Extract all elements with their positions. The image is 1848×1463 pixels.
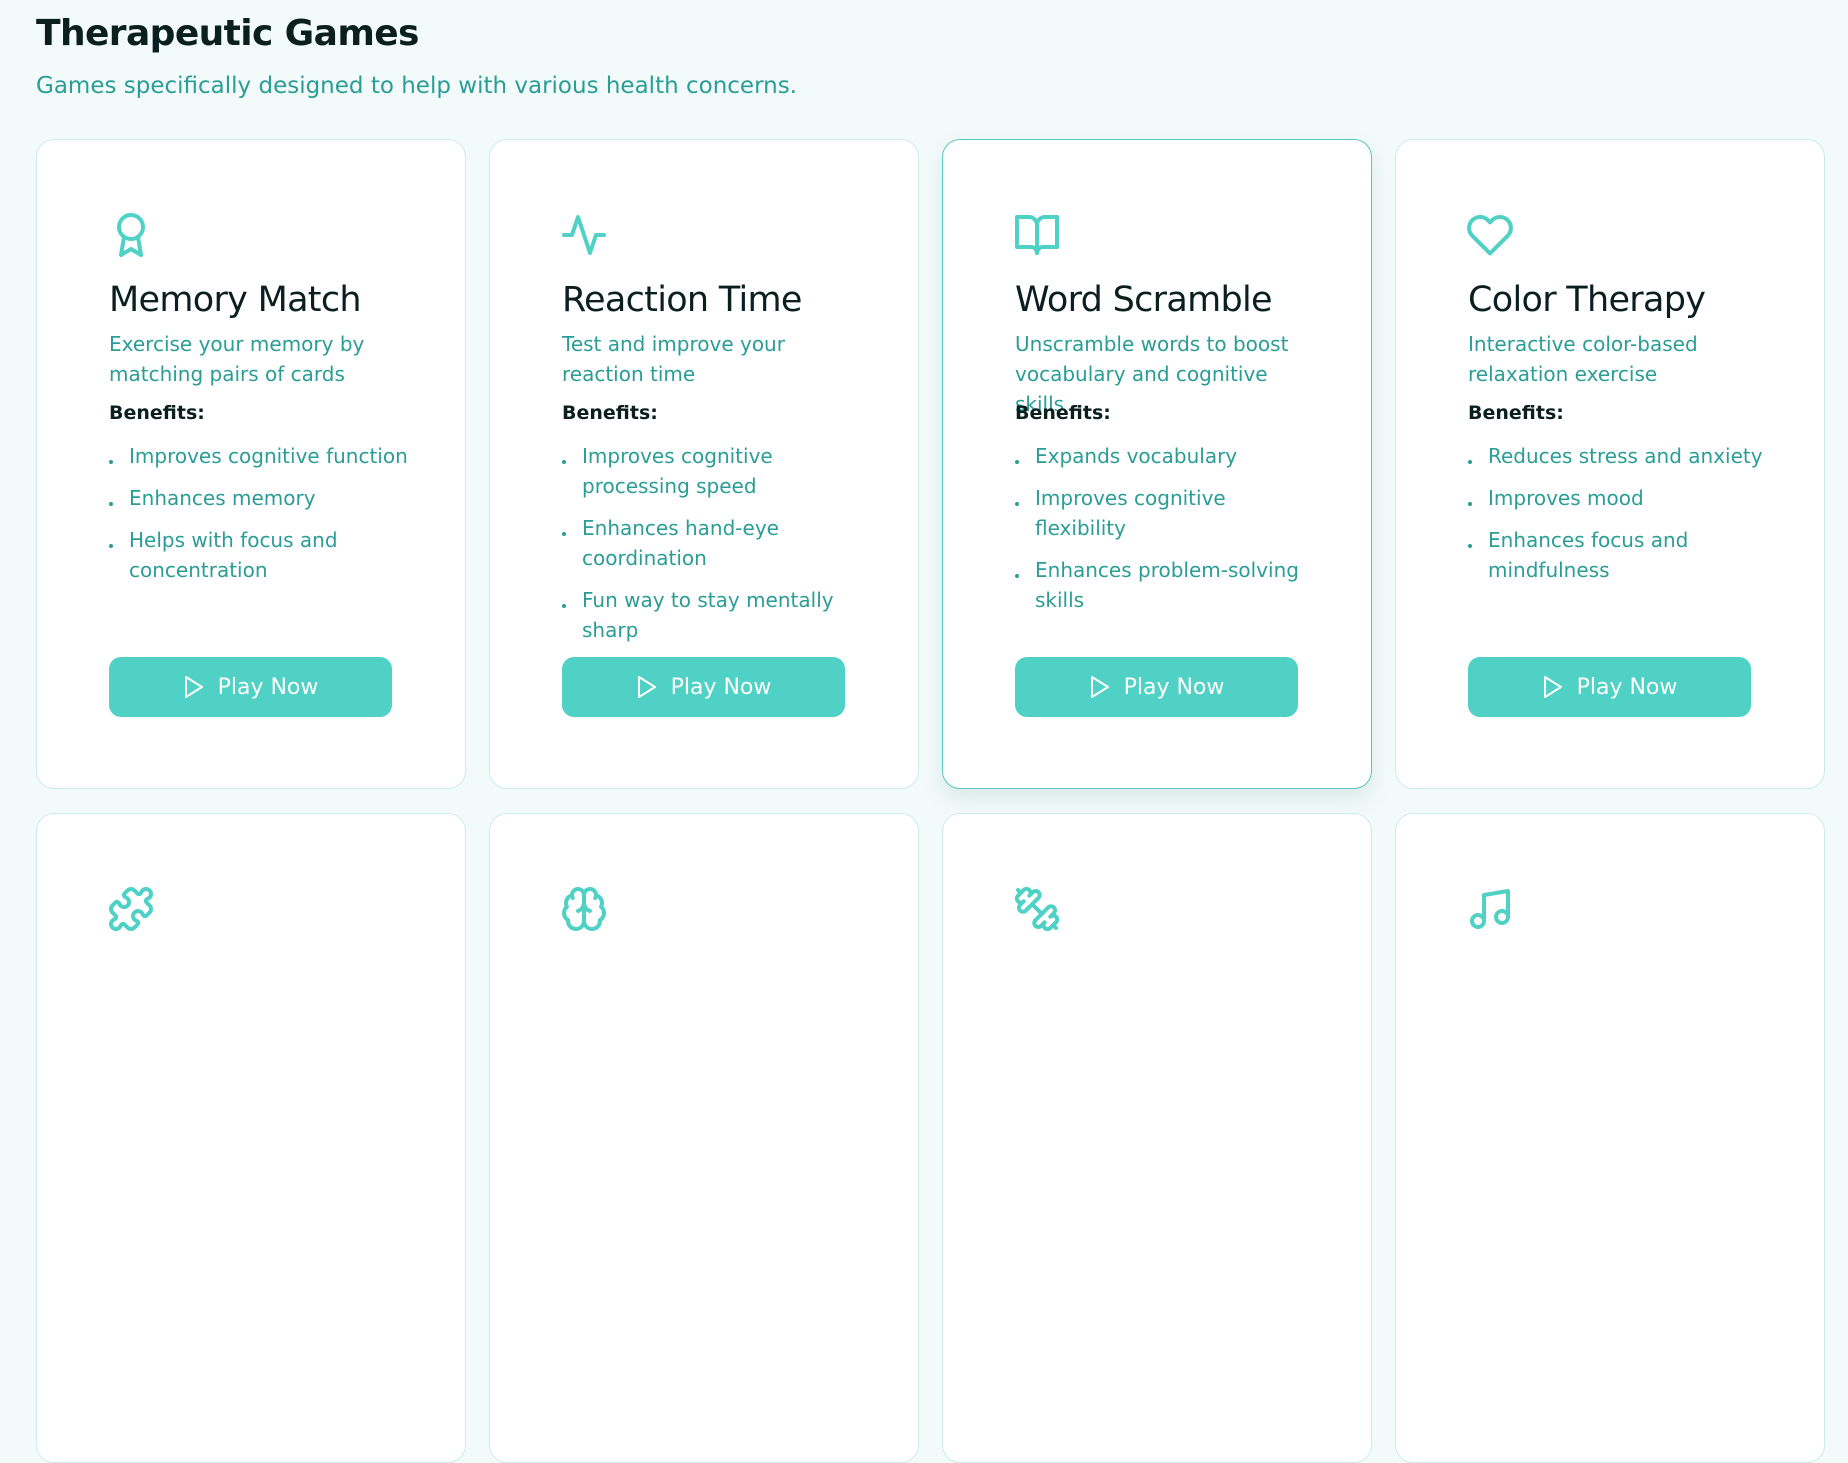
- benefit-item: Improves mood: [1468, 483, 1768, 513]
- bullet-dot: [1468, 502, 1472, 506]
- play-now-button[interactable]: Play Now: [1015, 657, 1298, 717]
- benefits-list: Expands vocabulary Improves cognitive fl…: [1015, 441, 1315, 627]
- page-title: Therapeutic Games: [36, 13, 419, 54]
- benefit-item: Enhances hand-eye coordination: [562, 513, 862, 573]
- benefit-item: Helps with focus and concentration: [109, 525, 409, 585]
- bullet-dot: [1015, 574, 1019, 578]
- bullet-dot: [562, 532, 566, 536]
- benefit-item: Enhances problem-solving skills: [1015, 555, 1315, 615]
- benefit-text: Enhances problem-solving skills: [1035, 558, 1299, 612]
- benefit-text: Improves cognitive processing speed: [582, 444, 773, 498]
- benefit-text: Enhances hand-eye coordination: [582, 516, 779, 570]
- play-now-label: Play Now: [670, 674, 772, 700]
- play-now-button[interactable]: Play Now: [562, 657, 845, 717]
- puzzle-icon: [107, 885, 155, 933]
- benefit-item: Enhances focus and mindfulness: [1468, 525, 1768, 585]
- play-now-label: Play Now: [217, 674, 319, 700]
- benefits-label: Benefits:: [1015, 402, 1111, 424]
- game-card-exercise: [942, 813, 1372, 1463]
- page-subtitle: Games specifically designed to help with…: [36, 73, 797, 99]
- music-icon: [1466, 885, 1514, 933]
- benefit-text: Reduces stress and anxiety: [1488, 444, 1763, 468]
- bullet-dot: [562, 460, 566, 464]
- book-open-icon: [1013, 211, 1061, 259]
- activity-icon: [560, 211, 608, 259]
- benefits-list: Reduces stress and anxiety Improves mood…: [1468, 441, 1768, 597]
- award-icon: [107, 211, 155, 259]
- card-description: Interactive color-based relaxation exerc…: [1468, 332, 1698, 386]
- benefit-text: Expands vocabulary: [1035, 444, 1238, 468]
- bullet-dot: [1468, 544, 1472, 548]
- game-card-color-therapy: Color Therapy Interactive color-based re…: [1395, 139, 1825, 789]
- game-card-memory-match: Memory Match Exercise your memory by mat…: [36, 139, 466, 789]
- benefit-item: Reduces stress and anxiety: [1468, 441, 1768, 471]
- bullet-dot: [1468, 460, 1472, 464]
- benefit-text: Improves cognitive flexibility: [1035, 486, 1226, 540]
- play-now-label: Play Now: [1576, 674, 1678, 700]
- dumbbell-icon: [1013, 885, 1061, 933]
- benefit-item: Improves cognitive flexibility: [1015, 483, 1315, 543]
- play-icon: [1089, 675, 1111, 699]
- game-card-reaction-time: Reaction Time Test and improve your reac…: [489, 139, 919, 789]
- benefit-item: Improves cognitive function: [109, 441, 409, 471]
- benefit-item: Improves cognitive processing speed: [562, 441, 862, 501]
- play-icon: [183, 675, 205, 699]
- heart-icon: [1466, 211, 1514, 259]
- card-title: Reaction Time: [562, 280, 802, 320]
- benefit-text: Improves mood: [1488, 486, 1644, 510]
- card-description: Exercise your memory by matching pairs o…: [109, 332, 365, 386]
- benefit-text: Helps with focus and concentration: [129, 528, 338, 582]
- game-card-brain: [489, 813, 919, 1463]
- play-now-button[interactable]: Play Now: [1468, 657, 1751, 717]
- benefits-label: Benefits:: [109, 402, 205, 424]
- card-title: Word Scramble: [1015, 280, 1273, 320]
- card-title: Color Therapy: [1468, 280, 1706, 320]
- bullet-dot: [1015, 502, 1019, 506]
- bullet-dot: [562, 604, 566, 608]
- bullet-dot: [109, 544, 113, 548]
- play-icon: [1542, 675, 1564, 699]
- game-card-grid: Memory Match Exercise your memory by mat…: [36, 139, 1825, 1463]
- brain-icon: [560, 885, 608, 933]
- bullet-dot: [109, 502, 113, 506]
- benefits-list: Improves cognitive function Enhances mem…: [109, 441, 409, 597]
- card-title: Memory Match: [109, 280, 362, 320]
- bullet-dot: [1015, 460, 1019, 464]
- card-description: Test and improve your reaction time: [562, 332, 785, 386]
- benefits-label: Benefits:: [562, 402, 658, 424]
- benefit-text: Fun way to stay mentally sharp: [582, 588, 834, 642]
- benefit-text: Enhances memory: [129, 486, 316, 510]
- benefit-text: Improves cognitive function: [129, 444, 408, 468]
- benefit-text: Enhances focus and mindfulness: [1488, 528, 1689, 582]
- game-card-word-scramble: Word Scramble Unscramble words to boost …: [942, 139, 1372, 789]
- benefit-item: Expands vocabulary: [1015, 441, 1315, 471]
- play-now-button[interactable]: Play Now: [109, 657, 392, 717]
- benefits-list: Improves cognitive processing speed Enha…: [562, 441, 862, 657]
- bullet-dot: [109, 460, 113, 464]
- game-card-music: [1395, 813, 1825, 1463]
- play-icon: [636, 675, 658, 699]
- benefits-label: Benefits:: [1468, 402, 1564, 424]
- play-now-label: Play Now: [1123, 674, 1225, 700]
- benefit-item: Enhances memory: [109, 483, 409, 513]
- benefit-item: Fun way to stay mentally sharp: [562, 585, 862, 645]
- game-card-puzzle: [36, 813, 466, 1463]
